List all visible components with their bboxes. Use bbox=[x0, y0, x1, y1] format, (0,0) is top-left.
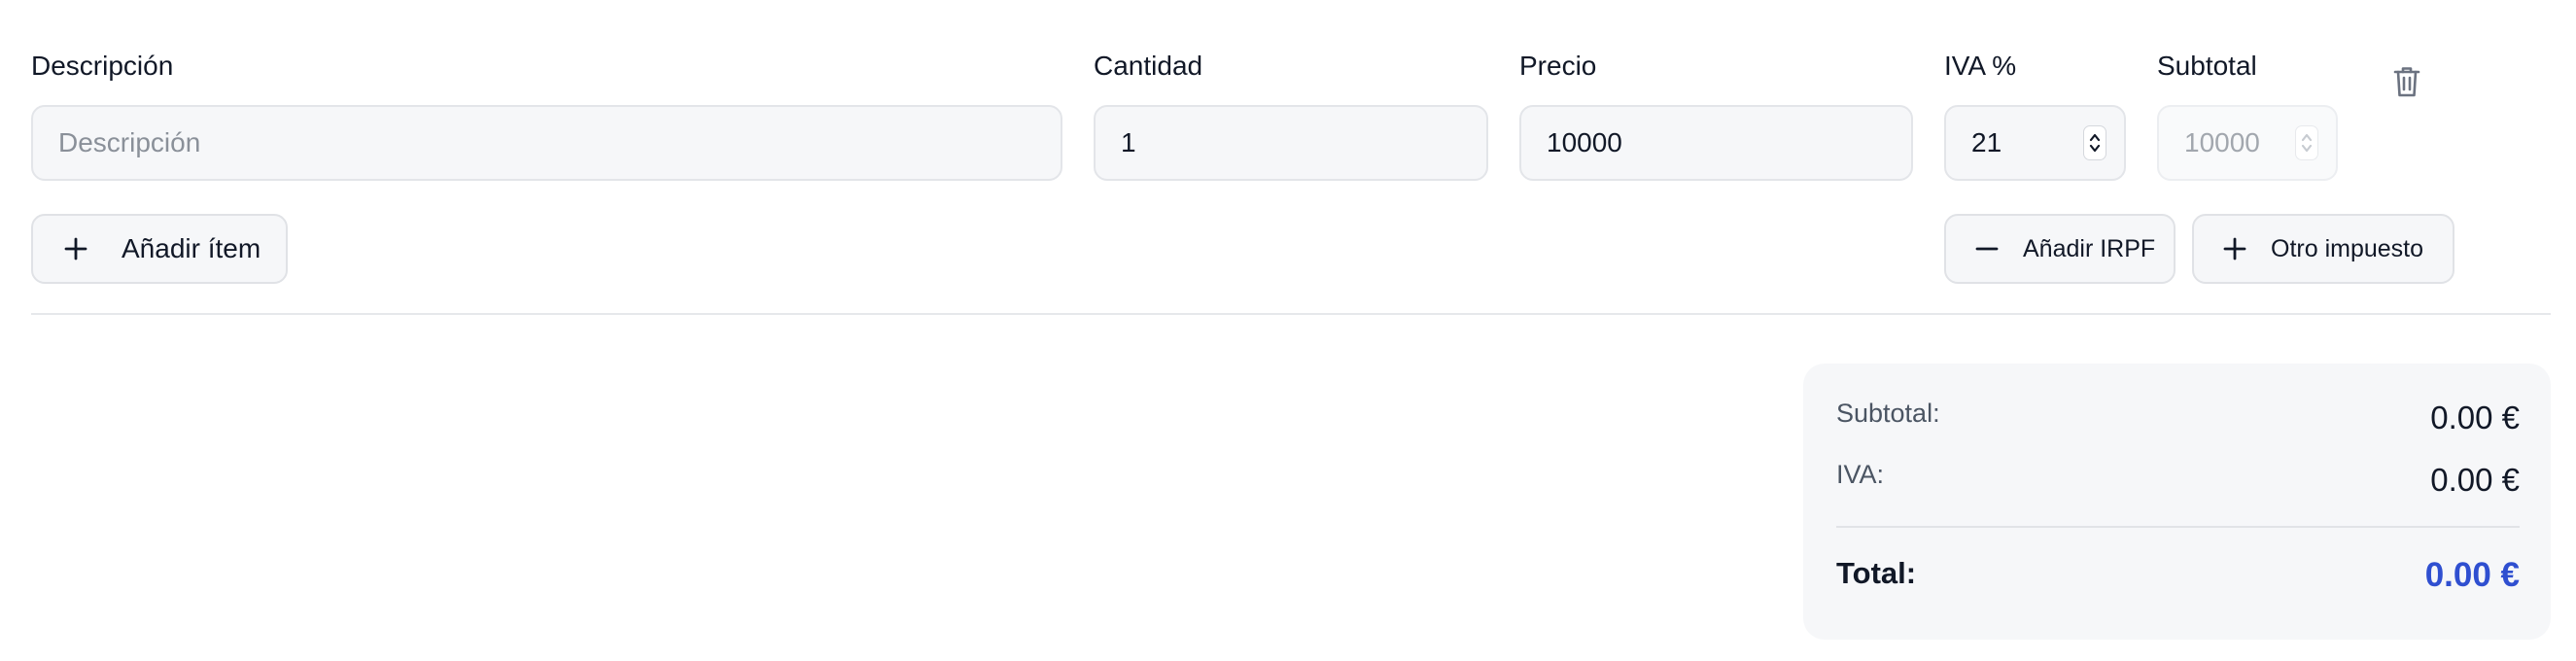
plus-icon bbox=[2222, 236, 2247, 261]
add-irpf-button[interactable]: Añadir IRPF bbox=[1944, 214, 2176, 284]
add-item-label: Añadir ítem bbox=[122, 233, 261, 263]
totals-vat-label: IVA: bbox=[1836, 460, 1885, 489]
quantity-input[interactable]: 1 bbox=[1094, 105, 1488, 181]
description-label: Descripción bbox=[31, 51, 174, 81]
section-divider bbox=[31, 313, 2551, 315]
add-irpf-label: Añadir IRPF bbox=[2023, 234, 2156, 262]
vat-percent-value: 21 bbox=[1971, 127, 2002, 157]
other-tax-label: Otro impuesto bbox=[2271, 234, 2424, 262]
plus-icon bbox=[62, 235, 89, 262]
totals-total-value: 0.00 € bbox=[2424, 556, 2520, 594]
totals-total-label: Total: bbox=[1836, 556, 1917, 590]
price-label: Precio bbox=[1519, 51, 1597, 81]
vat-percent-input[interactable]: 21 bbox=[1944, 105, 2126, 181]
price-value: 10000 bbox=[1547, 127, 1622, 157]
description-placeholder: Descripción bbox=[58, 127, 201, 157]
other-tax-button[interactable]: Otro impuesto bbox=[2192, 214, 2454, 284]
chevron-up-down-icon bbox=[2295, 125, 2318, 160]
description-input[interactable]: Descripción bbox=[31, 105, 1062, 181]
trash-icon[interactable] bbox=[2392, 65, 2421, 103]
quantity-value: 1 bbox=[1121, 127, 1136, 157]
totals-subtotal-label: Subtotal: bbox=[1836, 399, 1940, 428]
totals-separator bbox=[1836, 526, 2520, 528]
quantity-label: Cantidad bbox=[1094, 51, 1203, 81]
totals-vat-value: 0.00 € bbox=[2430, 462, 2520, 498]
vat-percent-label: IVA % bbox=[1944, 51, 2017, 81]
subtotal-input: 10000 bbox=[2157, 105, 2338, 181]
totals-summary: Subtotal: 0.00 € IVA: 0.00 € Total: 0.00… bbox=[1803, 364, 2551, 640]
minus-icon bbox=[1974, 236, 2000, 261]
price-input[interactable]: 10000 bbox=[1519, 105, 1913, 181]
add-item-button[interactable]: Añadir ítem bbox=[31, 214, 288, 284]
invoice-line-editor: Descripción Cantidad Precio IVA % Subtot… bbox=[0, 0, 2576, 661]
subtotal-label: Subtotal bbox=[2157, 51, 2257, 81]
chevron-up-down-icon[interactable] bbox=[2083, 125, 2106, 160]
subtotal-value: 10000 bbox=[2184, 127, 2260, 157]
totals-subtotal-value: 0.00 € bbox=[2430, 400, 2520, 435]
